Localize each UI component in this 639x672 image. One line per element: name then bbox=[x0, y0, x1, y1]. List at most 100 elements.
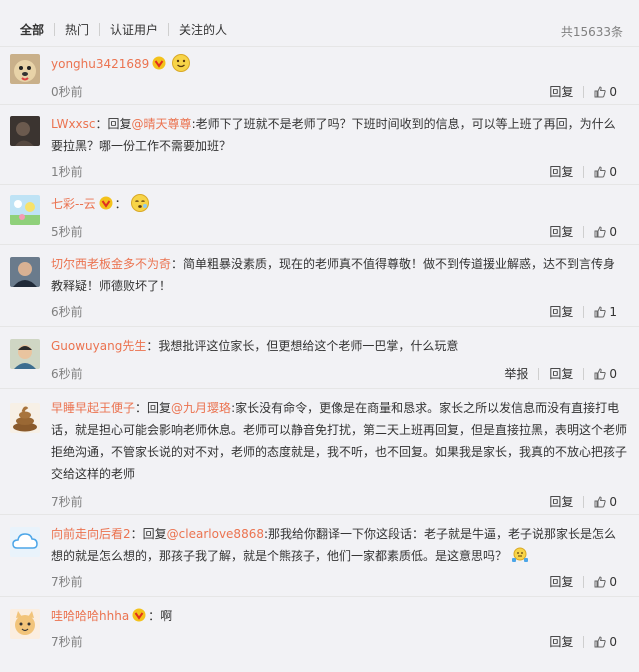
like-button[interactable]: 0 bbox=[594, 575, 617, 589]
tab-following[interactable]: 关注的人 bbox=[179, 23, 227, 37]
comment-time: 7秒前 bbox=[51, 575, 83, 589]
thumb-up-icon bbox=[594, 496, 607, 508]
reply-button[interactable]: 回复 bbox=[549, 165, 573, 179]
comment-text: 向前走向后看2：回复@clearlove8868:那我给你翻译一下你这段话：老子… bbox=[51, 527, 617, 563]
username-link[interactable]: LWxxsc bbox=[51, 117, 96, 131]
comment-time: 6秒前 bbox=[51, 305, 83, 319]
smile-emoji-icon bbox=[172, 54, 191, 72]
vip-badge-icon bbox=[99, 196, 113, 210]
action-divider bbox=[538, 368, 540, 380]
thumb-up-icon bbox=[594, 368, 607, 380]
comment-text: Guowuyang先生：我想批评这位家长，但更想给这个老师一巴掌，什么玩意 bbox=[51, 339, 459, 353]
like-count: 0 bbox=[609, 367, 617, 381]
mention-link[interactable]: @clearlove8868 bbox=[167, 527, 264, 541]
pet-avatar[interactable] bbox=[10, 609, 40, 639]
mention-link[interactable]: @晴天尊尊 bbox=[132, 117, 192, 131]
like-button[interactable]: 0 bbox=[594, 85, 617, 99]
cloud-avatar[interactable] bbox=[10, 527, 40, 557]
comment-item: 切尔西老板金多不为奇：简单粗暴没素质，现在的老师真不值得尊敬！做不到传道援业解惑… bbox=[0, 244, 639, 326]
thumb-up-icon bbox=[594, 306, 607, 318]
action-divider bbox=[583, 496, 585, 508]
action-divider bbox=[583, 306, 585, 318]
username-link[interactable]: 向前走向后看2 bbox=[51, 527, 131, 541]
tab-divider bbox=[54, 23, 55, 36]
tab-verified[interactable]: 认证用户 bbox=[110, 23, 158, 37]
like-button[interactable]: 0 bbox=[594, 367, 617, 381]
comment-item: Guowuyang先生：我想批评这位家长，但更想给这个老师一巴掌，什么玩意 6秒… bbox=[0, 326, 639, 388]
cartoon-avatar[interactable] bbox=[10, 195, 40, 225]
report-button[interactable]: 举报 bbox=[504, 367, 528, 381]
shrug-emoji-icon bbox=[512, 547, 529, 562]
comment-actions: 回复 0 bbox=[549, 573, 617, 590]
like-button[interactable]: 0 bbox=[594, 165, 617, 179]
comment-item: 向前走向后看2：回复@clearlove8868:那我给你翻译一下你这段话：老子… bbox=[0, 514, 639, 596]
reply-button[interactable]: 回复 bbox=[549, 635, 573, 649]
like-count: 0 bbox=[609, 495, 617, 509]
sleepy-emoji-icon bbox=[130, 194, 149, 212]
comment-text: 早睡早起王便子：回复@九月璎珞:家长没有命令，更像是在商量和恳求。家长之所以发信… bbox=[51, 401, 628, 481]
comment-panel: 全部 热门 认证用户 关注的人 共15633条 yonghu3421689 0秒… bbox=[0, 0, 639, 672]
like-count: 0 bbox=[609, 225, 617, 239]
tab-all[interactable]: 全部 bbox=[20, 23, 44, 37]
reply-button[interactable]: 回复 bbox=[549, 85, 573, 99]
thumb-up-icon bbox=[594, 86, 607, 98]
action-divider bbox=[583, 576, 585, 588]
like-count: 0 bbox=[609, 635, 617, 649]
like-button[interactable]: 0 bbox=[594, 225, 617, 239]
poop-avatar[interactable] bbox=[10, 403, 40, 433]
comment-text: 七彩--云： bbox=[51, 193, 627, 215]
comment-item: LWxxsc：回复@晴天尊尊:老师下了班就不是老师了吗？下班时间收到的信息，可以… bbox=[0, 104, 639, 184]
kid-avatar[interactable] bbox=[10, 339, 40, 369]
reply-button[interactable]: 回复 bbox=[549, 495, 573, 509]
thumb-up-icon bbox=[594, 166, 607, 178]
comment-text: 切尔西老板金多不为奇：简单粗暴没素质，现在的老师真不值得尊敬！做不到传道援业解惑… bbox=[51, 257, 616, 293]
comment-time: 0秒前 bbox=[51, 85, 83, 99]
comment-actions: 回复 1 bbox=[549, 303, 617, 320]
comment-item: 七彩--云： 5秒前 回复 0 bbox=[0, 184, 639, 244]
comment-text: yonghu3421689 bbox=[51, 53, 627, 75]
username-link[interactable]: 早睡早起王便子 bbox=[51, 401, 135, 415]
comment-total: 共15633条 bbox=[560, 25, 623, 39]
action-divider bbox=[583, 166, 585, 178]
reply-button[interactable]: 回复 bbox=[549, 575, 573, 589]
thumb-up-icon bbox=[594, 636, 607, 648]
comment-time: 1秒前 bbox=[51, 165, 83, 179]
comment-item: yonghu3421689 0秒前 回复 0 bbox=[0, 46, 639, 104]
comment-actions: 举报 回复 0 bbox=[504, 365, 617, 382]
comment-actions: 回复 0 bbox=[549, 83, 617, 100]
like-button[interactable]: 0 bbox=[594, 495, 617, 509]
man-avatar[interactable] bbox=[10, 257, 40, 287]
tab-divider bbox=[168, 23, 169, 36]
action-divider bbox=[583, 636, 585, 648]
reply-button[interactable]: 回复 bbox=[549, 225, 573, 239]
like-button[interactable]: 0 bbox=[594, 635, 617, 649]
comment-actions: 回复 0 bbox=[549, 493, 617, 510]
tab-hot[interactable]: 热门 bbox=[65, 23, 89, 37]
reply-button[interactable]: 回复 bbox=[549, 367, 573, 381]
tab-divider bbox=[99, 23, 100, 36]
reply-button[interactable]: 回复 bbox=[549, 305, 573, 319]
dog-avatar[interactable] bbox=[10, 54, 40, 84]
like-button[interactable]: 1 bbox=[594, 305, 617, 319]
comment-text: 哇哈哈哈hhha ：啊 bbox=[51, 608, 173, 623]
comment-time: 6秒前 bbox=[51, 367, 83, 381]
dark-avatar[interactable] bbox=[10, 116, 40, 146]
username-link[interactable]: 哇哈哈哈hhha bbox=[51, 609, 129, 623]
like-count: 1 bbox=[609, 305, 617, 319]
comment-actions: 回复 0 bbox=[549, 633, 617, 650]
thumb-up-icon bbox=[594, 576, 607, 588]
like-count: 0 bbox=[609, 575, 617, 589]
comment-time: 7秒前 bbox=[51, 635, 83, 649]
vip-badge-icon bbox=[152, 56, 166, 70]
username-link[interactable]: 七彩--云 bbox=[51, 197, 96, 211]
comment-text: LWxxsc：回复@晴天尊尊:老师下了班就不是老师了吗？下班时间收到的信息，可以… bbox=[51, 117, 616, 153]
comment-time: 5秒前 bbox=[51, 225, 83, 239]
like-count: 0 bbox=[609, 165, 617, 179]
username-link[interactable]: yonghu3421689 bbox=[51, 57, 149, 71]
action-divider bbox=[583, 86, 585, 98]
mention-link[interactable]: @九月璎珞 bbox=[171, 401, 231, 415]
comment-item: 哇哈哈哈hhha ：啊 7秒前 回复 0 bbox=[0, 596, 639, 672]
comment-actions: 回复 0 bbox=[549, 163, 617, 180]
username-link[interactable]: 切尔西老板金多不为奇 bbox=[51, 257, 171, 271]
username-link[interactable]: Guowuyang先生 bbox=[51, 339, 146, 353]
